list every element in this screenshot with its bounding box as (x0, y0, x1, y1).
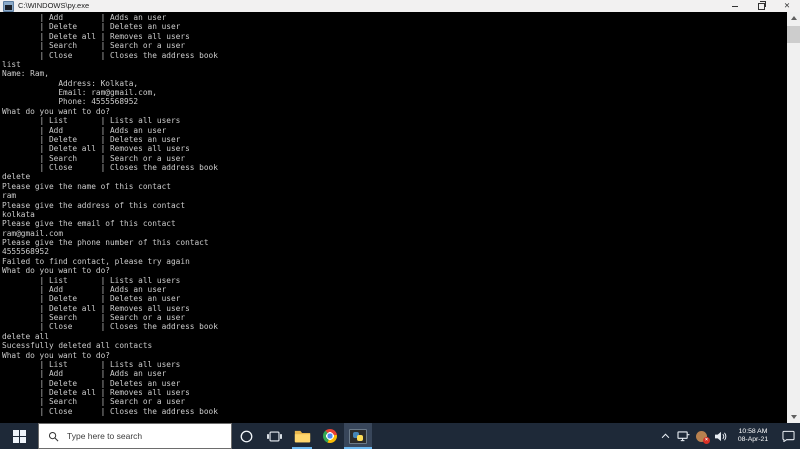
task-view-button[interactable] (260, 423, 288, 449)
folder-icon (294, 430, 310, 443)
window-title: C:\WINDOWS\py.exe (18, 1, 90, 10)
cortana-circle-icon (240, 430, 252, 442)
task-view-icon (266, 430, 282, 442)
network-tray-button[interactable] (674, 423, 692, 449)
search-input[interactable] (65, 430, 231, 442)
python-console-button[interactable] (344, 423, 372, 449)
start-button[interactable] (0, 423, 38, 449)
console-window-icon (3, 0, 14, 12)
console-viewport[interactable]: | Add | Adds an user | Delete | Deletes … (0, 12, 800, 423)
taskbar-clock[interactable]: 10:58 AM 08-Apr-21 (730, 423, 776, 449)
console-scrollbar[interactable] (787, 12, 800, 423)
clock-time: 10:58 AM (738, 427, 768, 435)
volume-tray-button[interactable] (711, 423, 730, 449)
antivirus-tray-button[interactable]: × (692, 423, 711, 449)
chrome-icon (323, 429, 337, 443)
shield-alert-icon: × (696, 430, 710, 444)
chrome-button[interactable] (316, 423, 344, 449)
action-center-button[interactable] (776, 423, 800, 449)
close-button[interactable]: ✕ (774, 0, 800, 12)
clock-date: 08-Apr-21 (737, 436, 769, 443)
window-controls: ✕ (722, 0, 800, 12)
restore-icon (757, 0, 766, 10)
system-tray: × 10:58 AM 08-Apr-21 (656, 423, 800, 449)
console-output: | Add | Adds an user | Delete | Deletes … (2, 13, 218, 416)
tray-overflow-button[interactable] (656, 423, 674, 449)
scrollbar-thumb[interactable] (787, 26, 800, 43)
scroll-down-button[interactable] (787, 411, 800, 423)
arrow-down-icon (790, 415, 797, 419)
python-console-icon (349, 428, 367, 444)
magnifier-icon (48, 431, 59, 441)
chevron-up-icon (661, 433, 669, 439)
desktop-screen: C:\WINDOWS\py.exe ✕ | Add | Adds an user… (0, 0, 800, 449)
file-explorer-button[interactable] (288, 423, 316, 449)
scroll-up-button[interactable] (787, 12, 800, 24)
network-icon (676, 430, 689, 441)
taskbar-search[interactable] (38, 423, 232, 449)
console-titlebar[interactable]: C:\WINDOWS\py.exe ✕ (0, 0, 800, 12)
windows-logo-icon (12, 429, 26, 443)
minimize-icon (732, 5, 738, 7)
speaker-icon (715, 431, 727, 441)
arrow-up-icon (790, 16, 797, 20)
taskbar: × 10:58 AM 08-Apr-21 (0, 423, 800, 449)
minimize-button[interactable] (722, 0, 748, 12)
close-icon: ✕ (783, 1, 791, 10)
cortana-button[interactable] (232, 423, 260, 449)
action-center-icon (781, 430, 795, 442)
maximize-button[interactable] (748, 0, 774, 12)
alert-badge-icon: × (703, 436, 710, 444)
